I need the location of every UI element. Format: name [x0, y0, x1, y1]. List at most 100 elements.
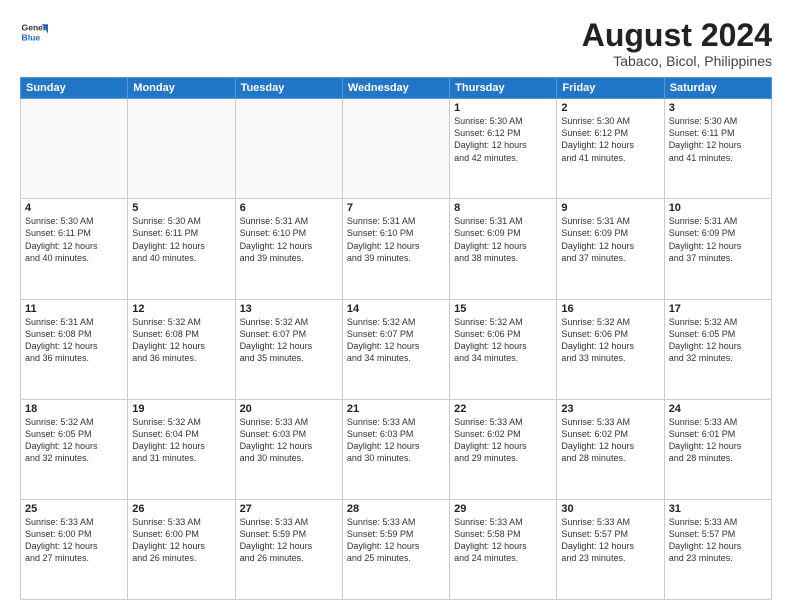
calendar-cell: 17Sunrise: 5:32 AM Sunset: 6:05 PM Dayli…	[664, 299, 771, 399]
day-number: 14	[347, 303, 445, 315]
day-info: Sunrise: 5:32 AM Sunset: 6:07 PM Dayligh…	[347, 316, 445, 365]
calendar-cell: 6Sunrise: 5:31 AM Sunset: 6:10 PM Daylig…	[235, 199, 342, 299]
day-info: Sunrise: 5:31 AM Sunset: 6:10 PM Dayligh…	[347, 215, 445, 264]
day-info: Sunrise: 5:32 AM Sunset: 6:05 PM Dayligh…	[669, 316, 767, 365]
calendar-cell: 20Sunrise: 5:33 AM Sunset: 6:03 PM Dayli…	[235, 399, 342, 499]
day-number: 20	[240, 403, 338, 415]
calendar-cell: 1Sunrise: 5:30 AM Sunset: 6:12 PM Daylig…	[450, 99, 557, 199]
day-number: 15	[454, 303, 552, 315]
calendar-cell: 25Sunrise: 5:33 AM Sunset: 6:00 PM Dayli…	[21, 499, 128, 599]
day-number: 30	[561, 503, 659, 515]
day-info: Sunrise: 5:33 AM Sunset: 5:57 PM Dayligh…	[561, 516, 659, 565]
day-info: Sunrise: 5:33 AM Sunset: 6:02 PM Dayligh…	[561, 416, 659, 465]
day-info: Sunrise: 5:33 AM Sunset: 6:01 PM Dayligh…	[669, 416, 767, 465]
col-tuesday: Tuesday	[235, 78, 342, 99]
day-info: Sunrise: 5:33 AM Sunset: 6:00 PM Dayligh…	[25, 516, 123, 565]
calendar-cell: 4Sunrise: 5:30 AM Sunset: 6:11 PM Daylig…	[21, 199, 128, 299]
day-info: Sunrise: 5:30 AM Sunset: 6:11 PM Dayligh…	[669, 115, 767, 164]
calendar-cell: 21Sunrise: 5:33 AM Sunset: 6:03 PM Dayli…	[342, 399, 449, 499]
day-number: 17	[669, 303, 767, 315]
day-info: Sunrise: 5:32 AM Sunset: 6:08 PM Dayligh…	[132, 316, 230, 365]
logo-icon: General Blue	[20, 18, 48, 46]
day-info: Sunrise: 5:31 AM Sunset: 6:08 PM Dayligh…	[25, 316, 123, 365]
calendar-cell: 11Sunrise: 5:31 AM Sunset: 6:08 PM Dayli…	[21, 299, 128, 399]
calendar-cell: 26Sunrise: 5:33 AM Sunset: 6:00 PM Dayli…	[128, 499, 235, 599]
calendar-cell: 7Sunrise: 5:31 AM Sunset: 6:10 PM Daylig…	[342, 199, 449, 299]
day-number: 31	[669, 503, 767, 515]
calendar-subtitle: Tabaco, Bicol, Philippines	[582, 53, 772, 69]
day-info: Sunrise: 5:32 AM Sunset: 6:06 PM Dayligh…	[454, 316, 552, 365]
calendar-cell: 10Sunrise: 5:31 AM Sunset: 6:09 PM Dayli…	[664, 199, 771, 299]
calendar-cell: 23Sunrise: 5:33 AM Sunset: 6:02 PM Dayli…	[557, 399, 664, 499]
calendar-cell: 31Sunrise: 5:33 AM Sunset: 5:57 PM Dayli…	[664, 499, 771, 599]
col-thursday: Thursday	[450, 78, 557, 99]
day-number: 3	[669, 102, 767, 114]
day-number: 18	[25, 403, 123, 415]
day-info: Sunrise: 5:33 AM Sunset: 5:57 PM Dayligh…	[669, 516, 767, 565]
calendar-cell: 8Sunrise: 5:31 AM Sunset: 6:09 PM Daylig…	[450, 199, 557, 299]
col-sunday: Sunday	[21, 78, 128, 99]
calendar-cell: 15Sunrise: 5:32 AM Sunset: 6:06 PM Dayli…	[450, 299, 557, 399]
day-number: 13	[240, 303, 338, 315]
day-info: Sunrise: 5:32 AM Sunset: 6:05 PM Dayligh…	[25, 416, 123, 465]
calendar-cell	[128, 99, 235, 199]
calendar-title: August 2024	[582, 18, 772, 53]
calendar-cell: 9Sunrise: 5:31 AM Sunset: 6:09 PM Daylig…	[557, 199, 664, 299]
day-info: Sunrise: 5:33 AM Sunset: 5:59 PM Dayligh…	[347, 516, 445, 565]
day-number: 11	[25, 303, 123, 315]
calendar-cell: 16Sunrise: 5:32 AM Sunset: 6:06 PM Dayli…	[557, 299, 664, 399]
title-block: August 2024 Tabaco, Bicol, Philippines	[582, 18, 772, 69]
calendar-cell: 12Sunrise: 5:32 AM Sunset: 6:08 PM Dayli…	[128, 299, 235, 399]
day-number: 26	[132, 503, 230, 515]
day-info: Sunrise: 5:33 AM Sunset: 5:58 PM Dayligh…	[454, 516, 552, 565]
day-number: 27	[240, 503, 338, 515]
calendar-cell	[342, 99, 449, 199]
day-number: 25	[25, 503, 123, 515]
day-info: Sunrise: 5:31 AM Sunset: 6:09 PM Dayligh…	[454, 215, 552, 264]
col-monday: Monday	[128, 78, 235, 99]
calendar-cell: 29Sunrise: 5:33 AM Sunset: 5:58 PM Dayli…	[450, 499, 557, 599]
day-number: 21	[347, 403, 445, 415]
day-info: Sunrise: 5:30 AM Sunset: 6:11 PM Dayligh…	[132, 215, 230, 264]
day-number: 7	[347, 202, 445, 214]
calendar-cell: 14Sunrise: 5:32 AM Sunset: 6:07 PM Dayli…	[342, 299, 449, 399]
day-number: 28	[347, 503, 445, 515]
svg-text:Blue: Blue	[22, 33, 41, 43]
calendar-cell	[21, 99, 128, 199]
calendar-cell: 3Sunrise: 5:30 AM Sunset: 6:11 PM Daylig…	[664, 99, 771, 199]
day-number: 16	[561, 303, 659, 315]
day-number: 1	[454, 102, 552, 114]
day-number: 6	[240, 202, 338, 214]
day-number: 9	[561, 202, 659, 214]
week-row-1: 1 Sunrise: 5:30 AM Sunset: 6:12 PM Daylig…	[21, 99, 772, 199]
calendar-cell: 28Sunrise: 5:33 AM Sunset: 5:59 PM Dayli…	[342, 499, 449, 599]
day-info: Sunrise: 5:33 AM Sunset: 6:00 PM Dayligh…	[132, 516, 230, 565]
calendar-cell: 19Sunrise: 5:32 AM Sunset: 6:04 PM Dayli…	[128, 399, 235, 499]
week-row-5: 25Sunrise: 5:33 AM Sunset: 6:00 PM Dayli…	[21, 499, 772, 599]
calendar-cell: 18Sunrise: 5:32 AM Sunset: 6:05 PM Dayli…	[21, 399, 128, 499]
week-row-2: 4Sunrise: 5:30 AM Sunset: 6:11 PM Daylig…	[21, 199, 772, 299]
day-info: Sunrise: 5:33 AM Sunset: 5:59 PM Dayligh…	[240, 516, 338, 565]
day-info: Sunrise: 5:32 AM Sunset: 6:04 PM Dayligh…	[132, 416, 230, 465]
day-info: Sunrise: 5:33 AM Sunset: 6:02 PM Dayligh…	[454, 416, 552, 465]
day-info: Sunrise: 5:30 AM Sunset: 6:11 PM Dayligh…	[25, 215, 123, 264]
col-friday: Friday	[557, 78, 664, 99]
day-number: 12	[132, 303, 230, 315]
calendar-table: Sunday Monday Tuesday Wednesday Thursday…	[20, 77, 772, 600]
week-row-4: 18Sunrise: 5:32 AM Sunset: 6:05 PM Dayli…	[21, 399, 772, 499]
day-number: 23	[561, 403, 659, 415]
day-number: 22	[454, 403, 552, 415]
day-info: Sunrise: 5:30 AM Sunset: 6:12 PM Dayligh…	[561, 115, 659, 164]
day-number: 10	[669, 202, 767, 214]
col-saturday: Saturday	[664, 78, 771, 99]
calendar-cell: 22Sunrise: 5:33 AM Sunset: 6:02 PM Dayli…	[450, 399, 557, 499]
day-number: 4	[25, 202, 123, 214]
logo: General Blue General Blue	[20, 18, 52, 46]
calendar-cell	[235, 99, 342, 199]
calendar-cell: 27Sunrise: 5:33 AM Sunset: 5:59 PM Dayli…	[235, 499, 342, 599]
calendar-cell: 5Sunrise: 5:30 AM Sunset: 6:11 PM Daylig…	[128, 199, 235, 299]
header: General Blue General Blue August 2024 Ta…	[20, 18, 772, 69]
day-info: Sunrise: 5:31 AM Sunset: 6:09 PM Dayligh…	[561, 215, 659, 264]
calendar-cell: 24Sunrise: 5:33 AM Sunset: 6:01 PM Dayli…	[664, 399, 771, 499]
header-row: Sunday Monday Tuesday Wednesday Thursday…	[21, 78, 772, 99]
